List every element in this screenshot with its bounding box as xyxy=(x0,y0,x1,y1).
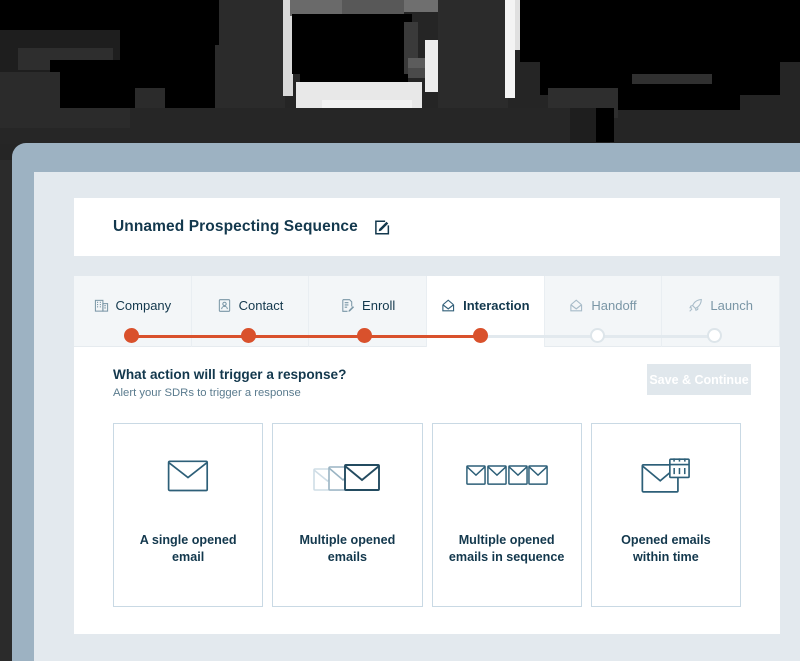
art-shape xyxy=(300,60,408,82)
envelope-calendar-icon xyxy=(641,457,691,499)
stepper-nav: Company Contact Enroll Interaction Hando… xyxy=(74,276,781,347)
art-shape xyxy=(215,0,285,108)
option-card-single-opened-email[interactable]: A single opened email xyxy=(113,423,264,607)
art-shape xyxy=(632,74,712,84)
option-card-multiple-opened-emails[interactable]: Multiple opened emails xyxy=(272,423,423,607)
step-label: Enroll xyxy=(362,297,396,313)
main-card: Company Contact Enroll Interaction Hando… xyxy=(74,276,781,634)
step-dot-launch[interactable] xyxy=(707,328,722,343)
edit-pencil-icon[interactable] xyxy=(374,219,391,236)
option-label: Multiple opened emails xyxy=(299,533,396,564)
step-dot-enroll[interactable] xyxy=(357,328,372,343)
option-card-multiple-opened-emails-in-sequence[interactable]: Multiple opened emails in sequence xyxy=(431,423,582,607)
single-envelope-icon xyxy=(167,459,209,497)
envelope-row-icon xyxy=(465,465,549,491)
stacked-envelopes-icon xyxy=(313,462,381,494)
option-label: Multiple opened emails in sequence xyxy=(448,533,565,564)
art-shape xyxy=(438,0,508,108)
sequence-title-bar: Unnamed Prospecting Sequence xyxy=(74,198,780,256)
option-label: Opened emails within time xyxy=(621,533,711,564)
step-label: Handoff xyxy=(591,297,637,313)
step-dot-company[interactable] xyxy=(124,328,139,343)
art-shape xyxy=(505,0,515,98)
step-dot-interaction[interactable] xyxy=(473,328,488,343)
document-pen-icon xyxy=(340,298,355,313)
art-shape xyxy=(205,0,219,45)
app-panel: Unnamed Prospecting Sequence Company Con… xyxy=(34,172,800,661)
device-frame: Unnamed Prospecting Sequence Company Con… xyxy=(12,143,800,661)
art-shape xyxy=(342,0,404,14)
open-envelope-icon xyxy=(441,298,456,313)
page-title: Unnamed Prospecting Sequence xyxy=(113,218,358,235)
question-title: What action will trigger a response? xyxy=(113,367,347,382)
question-subtitle: Alert your SDRs to trigger a response xyxy=(113,387,301,399)
open-envelope-icon xyxy=(569,298,584,313)
progress-completed xyxy=(131,335,480,338)
rocket-icon xyxy=(688,298,703,313)
art-shape xyxy=(596,108,614,142)
step-label: Interaction xyxy=(463,297,530,313)
contact-card-icon xyxy=(217,298,232,313)
art-shape xyxy=(0,108,130,128)
option-card-grid: A single opened email Multiple opened em… xyxy=(113,423,741,607)
step-dot-contact[interactable] xyxy=(241,328,256,343)
stepper-progress-track xyxy=(74,328,780,343)
save-and-continue-button[interactable]: Save & Continue xyxy=(647,364,751,395)
option-label: A single opened email xyxy=(139,533,237,564)
art-shape xyxy=(404,0,438,12)
option-card-opened-emails-within-time[interactable]: Opened emails within time xyxy=(590,423,741,607)
step-label: Launch xyxy=(710,297,754,313)
step-dot-handoff[interactable] xyxy=(590,328,605,343)
step-label: Company xyxy=(115,297,172,313)
building-icon xyxy=(94,298,109,313)
background-artwork xyxy=(0,0,800,160)
step-label: Contact xyxy=(238,297,284,313)
